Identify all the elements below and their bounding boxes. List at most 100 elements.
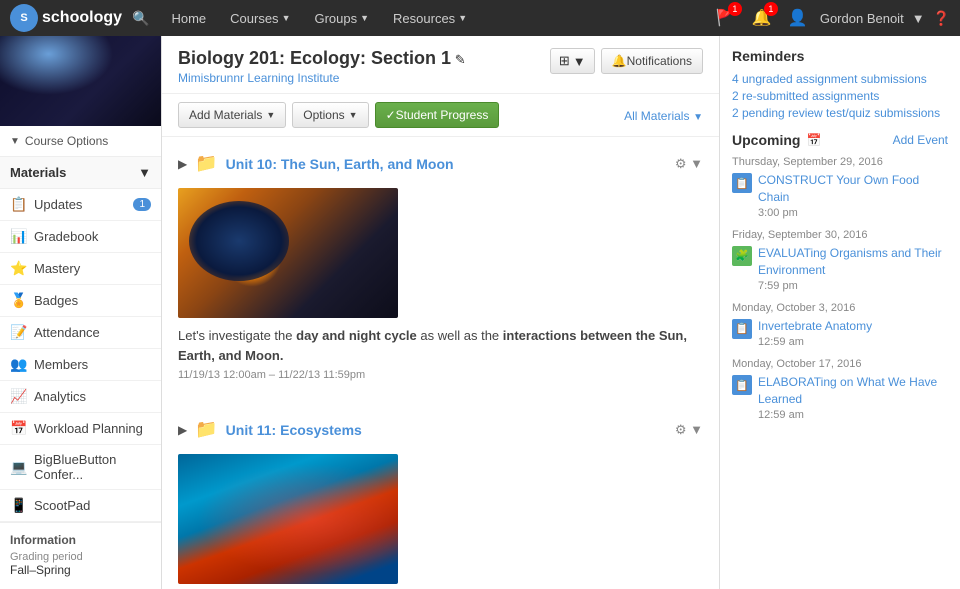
event-construct-title[interactable]: CONSTRUCT Your Own Food Chain bbox=[758, 172, 948, 206]
upcoming-header: Upcoming 📅 Add Event bbox=[732, 132, 948, 148]
layout-toggle-btn[interactable]: ⊞ ▼ bbox=[550, 48, 595, 74]
nav-home[interactable]: Home bbox=[159, 0, 218, 36]
sidebar-item-updates[interactable]: 📋 Updates 1 bbox=[0, 189, 161, 221]
reminder-resubmitted[interactable]: 2 re-submitted assignments bbox=[732, 89, 948, 103]
event-evaluating-title[interactable]: EVALUATing Organisms and Their Environme… bbox=[758, 245, 948, 279]
search-icon[interactable]: 🔍 bbox=[132, 10, 149, 27]
user-avatar-btn[interactable]: 👤 bbox=[784, 4, 812, 32]
all-materials-filter[interactable]: All Materials bbox=[624, 109, 689, 123]
reminders-title: Reminders bbox=[732, 48, 948, 64]
main-layout: ▼ Course Options Materials ▼ 📋 Updates 1… bbox=[0, 36, 960, 589]
event-evaluating: 🧩 EVALUATing Organisms and Their Environ… bbox=[732, 245, 948, 294]
event-invertebrate-time: 12:59 am bbox=[758, 335, 872, 350]
sidebar-item-analytics[interactable]: 📈 Analytics bbox=[0, 381, 161, 413]
upcoming-title-area: Upcoming 📅 bbox=[732, 132, 821, 148]
logo-text: schoology bbox=[42, 9, 122, 27]
unit-10-toggle[interactable]: ▶ bbox=[178, 157, 187, 171]
nav-groups[interactable]: Groups ▼ bbox=[302, 0, 381, 36]
event-elaborating: 📋 ELABORATing on What We Have Learned 12… bbox=[732, 374, 948, 423]
nav-right: 🚩 1 🔔 1 👤 Gordon Benoit ▼ ❓ bbox=[712, 4, 950, 32]
unit-10-gear-icon[interactable]: ⚙ ▼ bbox=[675, 156, 703, 172]
flag-notification-btn[interactable]: 🚩 1 bbox=[712, 4, 740, 32]
attendance-icon: 📝 bbox=[10, 324, 26, 341]
add-materials-arrow-icon: ▼ bbox=[266, 110, 275, 120]
scootpad-icon: 📱 bbox=[10, 497, 26, 514]
student-progress-btn[interactable]: ✓ Student Progress bbox=[375, 102, 500, 128]
event-construct: 📋 CONSTRUCT Your Own Food Chain 3:00 pm bbox=[732, 172, 948, 221]
toolbar-left: Add Materials ▼ Options ▼ ✓ Student Prog… bbox=[178, 102, 499, 128]
filter-arrow-icon[interactable]: ▼ bbox=[693, 112, 703, 123]
add-event-link[interactable]: Add Event bbox=[893, 133, 948, 147]
nav-resources[interactable]: Resources ▼ bbox=[381, 0, 479, 36]
main-content: Biology 201: Ecology: Section 1 ✎ Mimisb… bbox=[162, 36, 720, 589]
materials-section[interactable]: Materials ▼ bbox=[0, 157, 161, 189]
gradebook-icon: 📊 bbox=[10, 228, 26, 245]
event-elaborating-text: ELABORATing on What We Have Learned 12:5… bbox=[758, 374, 948, 423]
sidebar-item-label: Analytics bbox=[34, 389, 86, 404]
filter-area: All Materials ▼ bbox=[624, 108, 703, 123]
sidebar-item-bigbluebutton[interactable]: 💻 BigBlueButton Confer... bbox=[0, 445, 161, 490]
sidebar-info: Information Grading period Fall–Spring bbox=[0, 522, 161, 587]
course-header: Biology 201: Ecology: Section 1 ✎ Mimisb… bbox=[162, 36, 719, 94]
edit-title-icon[interactable]: ✎ bbox=[455, 52, 466, 67]
reminder-ungraded[interactable]: 4 ungraded assignment submissions bbox=[732, 72, 948, 86]
materials-label: Materials bbox=[10, 165, 66, 180]
sidebar-item-label: ScootPad bbox=[34, 498, 90, 513]
unit-11-gear-icon[interactable]: ⚙ ▼ bbox=[675, 422, 703, 438]
unit-10-section: ▶ 📁 Unit 10: The Sun, Earth, and Moon ⚙ … bbox=[162, 137, 719, 403]
add-materials-label: Add Materials bbox=[189, 108, 262, 122]
course-header-left: Biology 201: Ecology: Section 1 ✎ Mimisb… bbox=[178, 48, 466, 85]
sidebar-item-label: Badges bbox=[34, 293, 78, 308]
event-elaborating-time: 12:59 am bbox=[758, 408, 948, 423]
date-oct-17: Monday, October 17, 2016 bbox=[732, 358, 948, 370]
unit-10-dates: 11/19/13 12:00am – 11/22/13 11:59pm bbox=[178, 369, 703, 381]
layout-icon: ⊞ bbox=[559, 53, 570, 69]
course-title: Biology 201: Ecology: Section 1 bbox=[178, 48, 451, 68]
sidebar-item-gradebook[interactable]: 📊 Gradebook bbox=[0, 221, 161, 253]
workload-icon: 📅 bbox=[10, 420, 26, 437]
mastery-icon: ⭐ bbox=[10, 260, 26, 277]
notifications-btn[interactable]: 🔔 Notifications bbox=[601, 48, 703, 74]
options-arrow-icon: ▼ bbox=[349, 110, 358, 120]
badges-icon: 🏅 bbox=[10, 292, 26, 309]
course-options-toggle[interactable]: ▼ Course Options bbox=[0, 126, 161, 157]
date-oct-3: Monday, October 3, 2016 bbox=[732, 302, 948, 314]
logo[interactable]: S schoology bbox=[10, 4, 122, 32]
nav-courses[interactable]: Courses ▼ bbox=[218, 0, 302, 36]
unit-11-toggle[interactable]: ▶ bbox=[178, 423, 187, 437]
event-construct-icon: 📋 bbox=[732, 173, 752, 193]
sidebar-item-scootpad[interactable]: 📱 ScootPad bbox=[0, 490, 161, 522]
sidebar-item-label: Members bbox=[34, 357, 88, 372]
header-actions: ⊞ ▼ 🔔 Notifications bbox=[550, 48, 703, 74]
sidebar-item-badges[interactable]: 🏅 Badges bbox=[0, 285, 161, 317]
event-evaluating-text: EVALUATing Organisms and Their Environme… bbox=[758, 245, 948, 294]
checkmark-icon: ✓ bbox=[386, 108, 396, 122]
unit-10-description: Let's investigate the day and night cycl… bbox=[178, 326, 703, 365]
unit-10-folder-icon: 📁 bbox=[195, 153, 217, 174]
event-elaborating-title[interactable]: ELABORATing on What We Have Learned bbox=[758, 374, 948, 408]
unit-10-title[interactable]: Unit 10: The Sun, Earth, and Moon bbox=[226, 156, 454, 172]
toolbar: Add Materials ▼ Options ▼ ✓ Student Prog… bbox=[162, 94, 719, 137]
options-btn[interactable]: Options ▼ bbox=[292, 102, 368, 128]
unit-11-title[interactable]: Unit 11: Ecosystems bbox=[226, 422, 362, 438]
upcoming-calendar-icon[interactable]: 📅 bbox=[806, 133, 821, 147]
sidebar-item-attendance[interactable]: 📝 Attendance bbox=[0, 317, 161, 349]
unit-10-image bbox=[178, 188, 398, 318]
course-institution[interactable]: Mimisbrunnr Learning Institute bbox=[178, 71, 466, 85]
bell-notification-btn[interactable]: 🔔 1 bbox=[748, 4, 776, 32]
grading-period-value: Fall–Spring bbox=[10, 563, 151, 577]
user-menu-arrow[interactable]: ▼ bbox=[912, 11, 925, 26]
sidebar-item-workload-planning[interactable]: 📅 Workload Planning bbox=[0, 413, 161, 445]
unit-11-folder-icon: 📁 bbox=[195, 419, 217, 440]
sidebar-item-mastery[interactable]: ⭐ Mastery bbox=[0, 253, 161, 285]
help-icon[interactable]: ❓ bbox=[933, 10, 950, 27]
top-navigation: S schoology 🔍 Home Courses ▼ Groups ▼ Re… bbox=[0, 0, 960, 36]
toggle-arrow-icon: ▼ bbox=[10, 136, 20, 147]
user-name[interactable]: Gordon Benoit bbox=[820, 11, 904, 26]
notifications-label: Notifications bbox=[627, 54, 692, 68]
reminder-pending-review[interactable]: 2 pending review test/quiz submissions bbox=[732, 106, 948, 120]
event-invertebrate-title[interactable]: Invertebrate Anatomy bbox=[758, 318, 872, 335]
sidebar-item-members[interactable]: 👥 Members bbox=[0, 349, 161, 381]
add-materials-btn[interactable]: Add Materials ▼ bbox=[178, 102, 286, 128]
bigbluebutton-icon: 💻 bbox=[10, 459, 26, 476]
